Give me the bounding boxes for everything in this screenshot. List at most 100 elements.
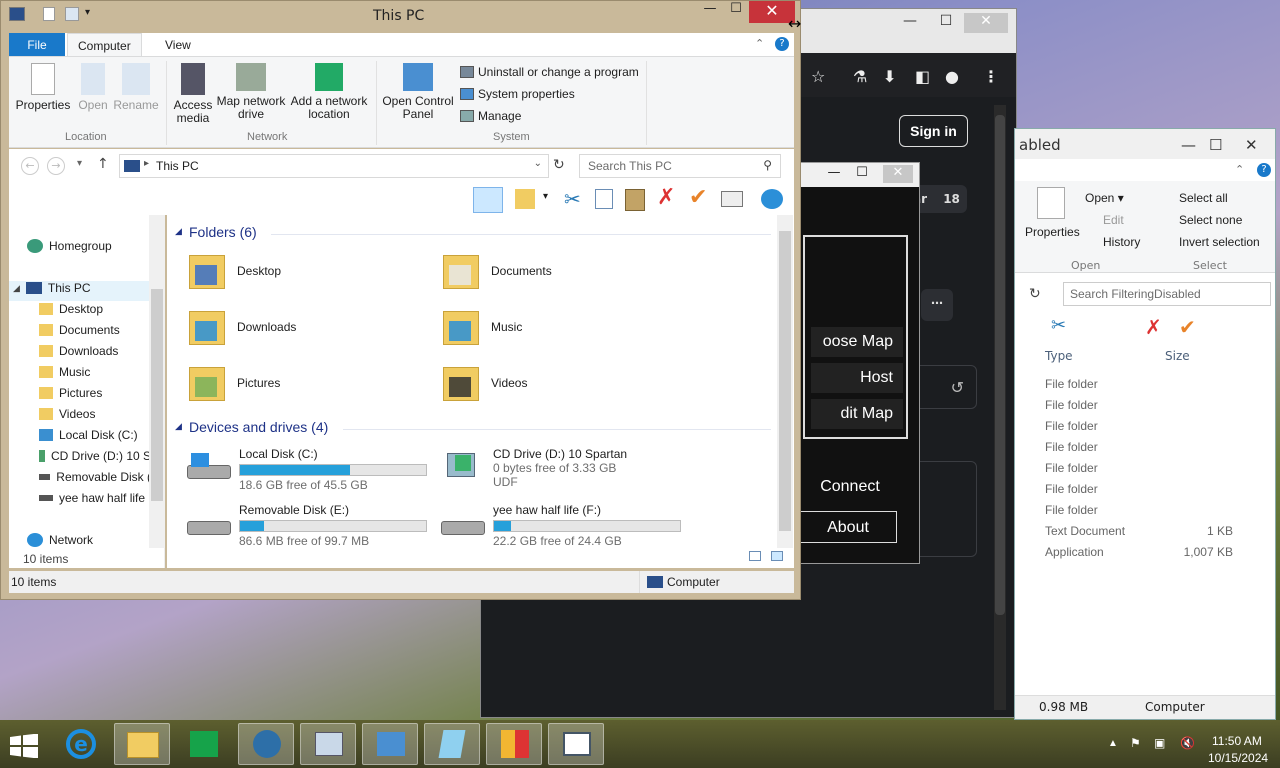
close-icon[interactable]: ✕ <box>964 13 1008 33</box>
expand-icon[interactable]: ◢ <box>13 283 20 294</box>
delete-icon[interactable]: ✗ <box>657 185 675 210</box>
close-icon[interactable]: ✕ <box>1245 136 1258 154</box>
nav-local-disk[interactable]: Local Disk (C:) <box>39 428 151 442</box>
taskbar-app-notepad[interactable] <box>424 723 480 765</box>
folder-item[interactable]: Documents <box>441 251 552 291</box>
address-bar[interactable]: ▸ This PC ⌄ <box>119 154 549 178</box>
refresh-icon[interactable]: ↻ <box>1029 286 1041 302</box>
tab-file[interactable]: File <box>9 33 65 57</box>
search-input[interactable]: Search This PC ⚲ <box>579 154 781 178</box>
details-view-icon[interactable] <box>749 551 761 561</box>
chevron-up-icon[interactable]: ⌃ <box>1235 163 1244 176</box>
network-icon[interactable]: ▣ <box>1154 736 1165 750</box>
folder-item[interactable]: Desktop <box>187 251 281 291</box>
taskbar-app-monitor[interactable] <box>300 723 356 765</box>
taskbar-app-window[interactable] <box>548 723 604 765</box>
system-properties-button[interactable]: System properties <box>460 87 575 101</box>
drive-item[interactable]: yee haw half life (F:) 22.2 GB free of 24… <box>493 503 681 548</box>
taskbar-app-globe[interactable] <box>238 723 294 765</box>
maximize-icon[interactable]: ☐ <box>723 1 749 23</box>
nav-removable[interactable]: Removable Disk ( <box>39 470 151 484</box>
rename-button[interactable]: Rename <box>113 63 159 112</box>
browser-scrollbar[interactable] <box>994 105 1006 710</box>
folder-item[interactable]: Downloads <box>187 307 296 347</box>
right-search-input[interactable]: Search FilteringDisabled <box>1063 282 1271 306</box>
add-network-location-button[interactable]: Add a network location <box>287 63 371 121</box>
content-scrollbar[interactable] <box>777 215 793 548</box>
edit-map-button[interactable]: dit Map <box>811 399 903 429</box>
globe-icon[interactable] <box>761 189 783 209</box>
download-icon[interactable]: ⬇ <box>883 67 896 86</box>
refresh-icon[interactable]: ↻ <box>553 157 565 173</box>
nav-network[interactable]: Network <box>27 533 93 547</box>
open-button[interactable]: Open ▾ <box>1085 191 1124 205</box>
content-scroll-thumb[interactable] <box>779 231 791 531</box>
recent-locations-icon[interactable]: ▾ <box>77 158 82 169</box>
nav-this-pc[interactable]: ◢ This PC <box>13 281 91 295</box>
column-size[interactable]: Size <box>1165 349 1190 363</box>
drive-item[interactable]: Local Disk (C:) 18.6 GB free of 45.5 GB <box>239 447 427 492</box>
taskbar-app-blocks[interactable] <box>486 723 542 765</box>
sidepanel-icon[interactable]: ◧ <box>915 67 930 86</box>
table-row-type[interactable]: Text Document <box>1045 524 1125 538</box>
maximize-icon[interactable]: ☐ <box>847 165 877 183</box>
table-row-type[interactable]: File folder <box>1045 503 1098 517</box>
volume-muted-icon[interactable]: 🔇 <box>1180 736 1195 750</box>
access-media-button[interactable]: Access media <box>169 63 217 125</box>
nav-yee-haw[interactable]: yee haw half life <box>39 491 151 505</box>
forward-icon[interactable]: → <box>47 157 65 175</box>
properties-icon[interactable] <box>43 7 55 21</box>
minimize-icon[interactable]: — <box>819 165 849 183</box>
nav-downloads[interactable]: Downloads <box>39 344 118 358</box>
drive-item[interactable]: Removable Disk (E:) 86.6 MB free of 99.7 … <box>239 503 427 548</box>
edit-button[interactable]: Edit <box>1103 213 1124 227</box>
action-center-icon[interactable]: ⚑ <box>1130 736 1141 750</box>
chevron-down-icon[interactable]: ⌄ <box>534 158 542 169</box>
collapse-icon[interactable]: ◢ <box>175 227 182 237</box>
properties-button[interactable]: Properties <box>13 63 73 112</box>
more-button[interactable]: ⋯ <box>921 289 953 321</box>
history-button[interactable]: History <box>1103 235 1140 249</box>
star-icon[interactable]: ☆ <box>811 67 825 86</box>
select-all-button[interactable]: Select all <box>1179 191 1228 205</box>
folder-item[interactable]: Music <box>441 307 522 347</box>
open-button[interactable]: Open <box>73 63 113 112</box>
choose-map-button[interactable]: oose Map <box>811 327 903 357</box>
preview-pane-icon[interactable] <box>473 187 503 213</box>
nav-cd-drive[interactable]: CD Drive (D:) 10 S <box>39 449 151 463</box>
taskbar-ie[interactable]: e <box>52 723 108 765</box>
invert-selection-button[interactable]: Invert selection <box>1179 235 1260 249</box>
maximize-icon[interactable]: ☐ <box>1209 136 1222 154</box>
clock-date[interactable]: 10/15/2024 <box>1208 751 1268 765</box>
taskbar-control-panel[interactable] <box>362 723 418 765</box>
drive-item[interactable]: CD Drive (D:) 10 Spartan 0 bytes free of … <box>493 447 627 489</box>
table-row-type[interactable]: Application <box>1045 545 1104 559</box>
tiles-view-icon[interactable] <box>771 551 783 561</box>
nav-pictures[interactable]: Pictures <box>39 386 102 400</box>
tab-view[interactable]: View <box>155 33 201 57</box>
connect-button[interactable]: Connect <box>801 471 899 503</box>
help-icon[interactable]: ? <box>1257 163 1271 177</box>
nav-videos[interactable]: Videos <box>39 407 95 421</box>
new-folder-icon[interactable] <box>65 7 79 21</box>
table-row-type[interactable]: File folder <box>1045 398 1098 412</box>
open-control-panel-button[interactable]: Open Control Panel <box>379 63 457 121</box>
checkmark-icon[interactable]: ✔ <box>689 185 707 210</box>
delete-icon[interactable]: ✗ <box>1145 315 1162 339</box>
properties-button[interactable]: Properties <box>1025 225 1080 239</box>
rename-icon[interactable] <box>721 191 743 207</box>
menu-icon[interactable]: ⋮ <box>983 67 999 86</box>
minimize-icon[interactable]: — <box>697 1 723 23</box>
chevron-down-icon[interactable]: ▾ <box>85 7 90 18</box>
minimize-icon[interactable]: — <box>1181 136 1196 154</box>
taskbar-file-explorer[interactable] <box>114 723 170 765</box>
table-row-type[interactable]: File folder <box>1045 377 1098 391</box>
cut-icon[interactable]: ✂ <box>564 187 581 211</box>
nav-documents[interactable]: Documents <box>39 323 120 337</box>
copy-icon[interactable] <box>595 189 613 209</box>
table-row-type[interactable]: File folder <box>1045 419 1098 433</box>
column-type[interactable]: Type <box>1045 349 1073 363</box>
folders-header[interactable]: Folders (6) <box>189 224 257 240</box>
maximize-icon[interactable]: ☐ <box>928 13 964 33</box>
table-row-type[interactable]: File folder <box>1045 461 1098 475</box>
